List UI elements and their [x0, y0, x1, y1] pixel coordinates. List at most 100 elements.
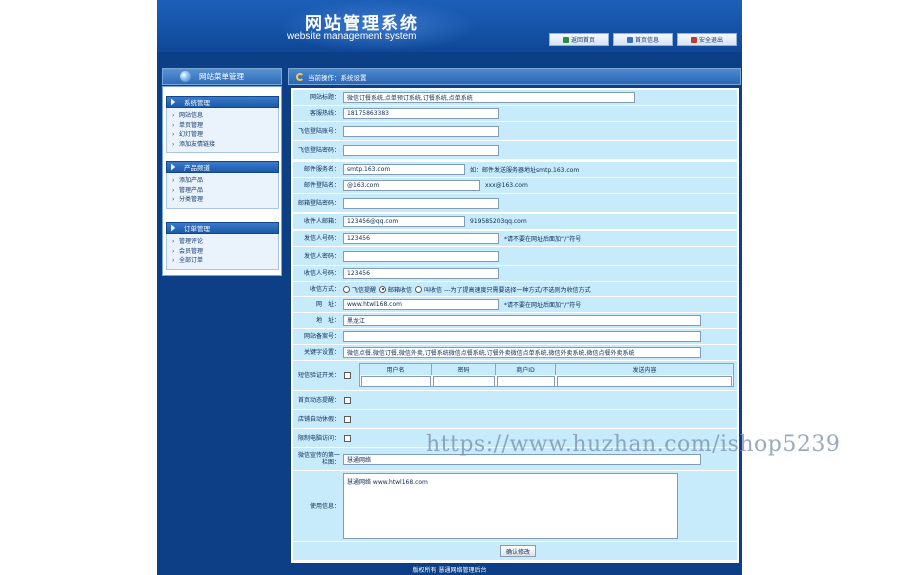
record-no-input[interactable]	[343, 331, 701, 342]
receiver-mail-input[interactable]: 123456@qq.com	[343, 216, 465, 227]
section-title-text: 订单管理	[184, 225, 210, 233]
row-fetion-account: 飞信登陆账号：	[293, 122, 737, 140]
sms-header-row: 用户名 密码 商户ID 发送内容	[360, 364, 733, 375]
sender-number-input[interactable]: 123456	[343, 233, 499, 244]
info-icon	[626, 36, 633, 43]
sms-password-input[interactable]	[433, 376, 495, 387]
mail-password-input[interactable]	[343, 197, 499, 209]
row-record-no: 网站备案号：	[293, 329, 737, 344]
header: 网站管理系统 website management system 返回首页 首页…	[157, 0, 742, 52]
row-receiver-mail: 收件人邮箱： 123456@qq.com 919585203qq.com	[293, 214, 737, 229]
home-info-label: 首页信息	[634, 37, 659, 44]
home-anim-checkbox[interactable]	[344, 396, 351, 404]
label: 网站标题：	[309, 94, 340, 101]
label: 邮箱登陆密码：	[297, 199, 340, 207]
section-title-text: 产品频道	[184, 164, 210, 172]
back-home-button[interactable]: 返回首页	[549, 33, 609, 46]
sidebar-item-all-orders[interactable]: 全部订单	[172, 256, 278, 266]
sidebar-section-title[interactable]: 订单管理	[166, 222, 279, 234]
label: 网站备案号：	[303, 333, 340, 340]
site-title-input[interactable]: 微信订餐系统,点单预订系统,订餐系统,点单系统	[343, 92, 635, 103]
sidebar-item-pages[interactable]: 单页管理	[172, 121, 278, 131]
sidebar-item-site-info[interactable]: 网站信息	[172, 111, 278, 121]
logout-button[interactable]: 安全退出	[677, 33, 737, 46]
sms-verify-checkbox[interactable]	[344, 372, 351, 379]
label: 邮件登陆名：	[303, 182, 340, 189]
sidebar-item-add-product[interactable]: 添加产品	[172, 176, 278, 186]
logout-label: 安全退出	[698, 37, 723, 44]
sms-col-password: 密码	[432, 364, 496, 375]
sender-number-hint: *请不要在网址后面加“/”符号	[504, 236, 582, 243]
label: 关键字设置：	[303, 349, 340, 356]
sidebar-section-products: 产品频道 添加产品 管理产品 分类管理	[166, 161, 279, 209]
row-mail-server: 邮件服务名： smtp.163.com 如：邮件发送服务器地址smtp.163.…	[293, 162, 737, 177]
refresh-icon	[296, 72, 304, 81]
sms-username-input[interactable]	[361, 376, 431, 387]
auto-receive-checkbox[interactable]	[344, 415, 351, 423]
radio-mail-label: 邮箱收信	[388, 286, 413, 294]
sidebar-title: 网站菜单管理	[199, 72, 244, 81]
sms-merchant-input[interactable]	[497, 376, 555, 387]
fetion-password-input[interactable]	[343, 144, 499, 156]
mail-account-input[interactable]: @163.com	[343, 180, 480, 191]
sidebar: 系统管理 网站信息 单页管理 幻灯管理 添加友情链接 产品频道 添加产品 管理产…	[162, 86, 282, 276]
receiver-number-input[interactable]: 123456	[343, 268, 499, 279]
row-hotline: 客服热线： 18175863383	[293, 106, 737, 121]
sidebar-item-links[interactable]: 添加友情链接	[172, 140, 278, 150]
fetion-account-input[interactable]	[343, 125, 499, 137]
mail-server-input[interactable]: smtp.163.com	[343, 164, 465, 175]
address-input[interactable]: 黑龙江	[343, 315, 701, 326]
label: 收件人邮箱：	[303, 218, 340, 225]
row-mail-account: 邮件登陆名： @163.com xxx@163.com	[293, 178, 737, 193]
submit-button[interactable]: 确认修改	[500, 545, 536, 557]
row-receive-method: 收信方式： 飞信提醒 邮箱收信 叫收信 ---为了提高速度只需要选择一种方式/不…	[293, 282, 737, 296]
sms-col-content: 发送内容	[556, 364, 733, 375]
sidebar-item-slides[interactable]: 幻灯管理	[172, 130, 278, 140]
copyright-textarea[interactable]: 慧通网络 www.htwl168.com	[343, 473, 678, 539]
sms-col-merchant: 商户ID	[496, 364, 556, 375]
mail-account-hint: xxx@163.com	[485, 182, 528, 189]
keywords-input[interactable]: 微信点餐,微信订餐,微信外卖,订餐系统微信点餐系统,订餐外卖微信点单系统,微信外…	[343, 347, 701, 358]
row-address: 地 址： 黑龙江	[293, 313, 737, 328]
sender-password-input[interactable]	[343, 250, 499, 262]
label: 短信验证开关：	[297, 372, 340, 379]
sidebar-item-members[interactable]: 会员管理	[172, 247, 278, 257]
sms-config-table: 用户名 密码 商户ID 发送内容	[359, 363, 734, 387]
arrow-icon	[171, 224, 176, 232]
header-nav: 返回首页 首页信息 安全退出	[549, 33, 737, 46]
radio-fetion[interactable]	[343, 285, 350, 293]
radio-mail[interactable]	[379, 285, 387, 293]
label: 微信宣传的第一栏图：	[297, 452, 340, 466]
radio-call-label: 叫收信	[424, 286, 443, 294]
label: 发信人密码：	[303, 252, 340, 260]
label: 客服热线：	[309, 110, 340, 117]
site-url-hint: *请不要在网址后面加“/”符号	[504, 302, 582, 309]
home-icon	[562, 36, 569, 43]
sms-content-input[interactable]	[557, 376, 732, 387]
radio-call[interactable]	[415, 285, 423, 293]
back-home-label: 返回首页	[570, 37, 595, 44]
site-subtitle: website management system	[287, 31, 417, 42]
sidebar-section-system: 系统管理 网站信息 单页管理 幻灯管理 添加友情链接	[166, 96, 279, 153]
row-sender-password: 发信人密码：	[293, 247, 737, 265]
receiver-mail-hint: 919585203qq.com	[470, 218, 527, 225]
label: 网 址：	[315, 301, 340, 308]
settings-form: 网站标题： 微信订餐系统,点单预订系统,订餐系统,点单系统 客服热线： 1817…	[291, 88, 739, 563]
label: 使用信息：	[309, 502, 340, 510]
hotline-input[interactable]: 18175863383	[343, 108, 499, 119]
sms-input-row	[360, 376, 733, 387]
pc-access-checkbox[interactable]	[344, 434, 351, 442]
sidebar-item-comments[interactable]: 管理评论	[172, 237, 278, 247]
sidebar-section-title[interactable]: 系统管理	[166, 96, 279, 108]
sidebar-item-categories[interactable]: 分类管理	[172, 195, 278, 205]
sidebar-list: 网站信息 单页管理 幻灯管理 添加友情链接	[166, 108, 279, 153]
row-sms-verify: 短信验证开关： 用户名 密码 商户ID 发送内容	[293, 361, 737, 390]
section-title-text: 系统管理	[184, 99, 210, 107]
sidebar-section-orders: 订单管理 管理评论 会员管理 全部订单	[166, 222, 279, 270]
home-info-button[interactable]: 首页信息	[613, 33, 673, 46]
label: 限制电脑访问：	[297, 434, 340, 442]
sidebar-section-title[interactable]: 产品频道	[166, 161, 279, 173]
sidebar-item-manage-product[interactable]: 管理产品	[172, 186, 278, 196]
site-url-input[interactable]: www.htwl168.com	[343, 299, 499, 310]
sms-col-username: 用户名	[360, 364, 432, 375]
